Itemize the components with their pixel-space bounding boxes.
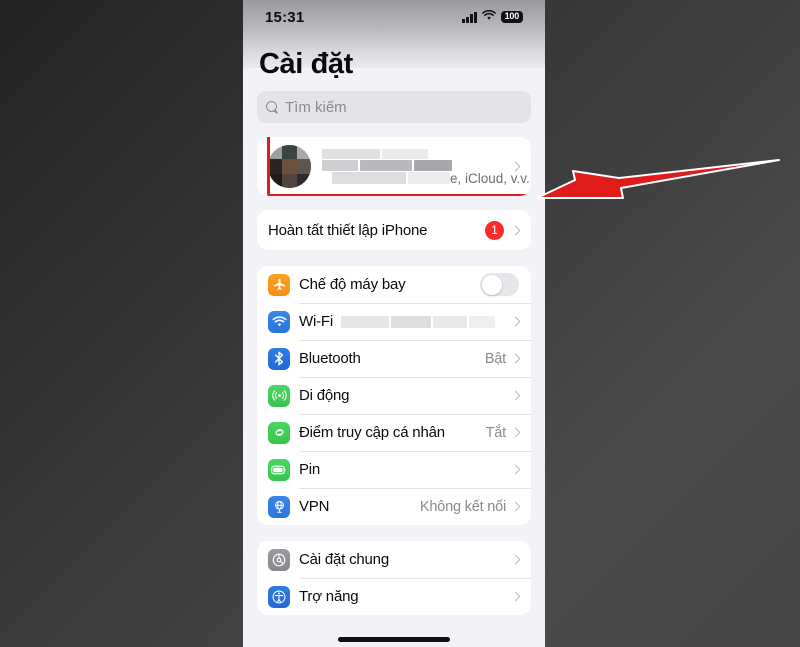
connectivity-card: Chế độ máy bay Wi-Fi Bluetooth Bật Di độ… — [257, 266, 531, 525]
row-finish-setup[interactable]: Hoàn tất thiết lập iPhone 1 — [257, 210, 531, 250]
redacted-name-block — [360, 159, 412, 171]
chevron-right-icon — [510, 390, 521, 401]
row-bluetooth[interactable]: Bluetooth Bật — [257, 340, 531, 377]
chevron-right-icon — [510, 427, 521, 438]
chevron-right-icon — [510, 501, 521, 512]
wifi-icon — [268, 310, 290, 333]
apple-id-subtitle: e, iCloud, v.v. — [450, 170, 530, 186]
row-label: Bluetooth — [299, 350, 361, 367]
chevron-right-icon — [510, 464, 521, 475]
chevron-right-icon — [510, 316, 521, 327]
search-placeholder: Tìm kiếm — [285, 98, 347, 116]
row-battery[interactable]: Pin — [257, 451, 531, 488]
row-general[interactable]: Cài đặt chung — [257, 541, 531, 578]
phone-screen: 15:31 100 Cài đặt Tìm kiếm e, iCloud, v.… — [243, 0, 545, 647]
row-cellular[interactable]: Di động — [257, 377, 531, 414]
row-value: Không kết nối — [419, 498, 506, 515]
row-label: Hoàn tất thiết lập iPhone — [268, 221, 428, 239]
page-title: Cài đặt — [259, 48, 353, 80]
redacted-wifi-value — [340, 315, 512, 329]
row-label: Điểm truy cập cá nhân — [299, 424, 445, 441]
search-input[interactable]: Tìm kiếm — [257, 91, 531, 123]
row-label: Pin — [299, 461, 321, 478]
row-vpn[interactable]: VPN Không kết nối — [257, 488, 531, 525]
general-card: Cài đặt chung Trợ năng — [257, 541, 531, 615]
avatar — [268, 145, 311, 188]
redacted-name-block — [332, 171, 406, 184]
redacted-name-block — [322, 148, 380, 159]
chevron-right-icon — [510, 591, 521, 602]
status-badge: 1 — [485, 220, 504, 240]
chevron-right-icon — [510, 554, 521, 565]
row-personal-hotspot[interactable]: Điểm truy cập cá nhân Tắt — [257, 414, 531, 451]
setup-card: Hoàn tất thiết lập iPhone 1 — [257, 210, 531, 250]
status-bar: 15:31 100 — [243, 0, 545, 34]
redacted-name-block — [382, 148, 428, 159]
gear-icon — [268, 548, 290, 571]
chevron-right-icon — [510, 353, 521, 364]
apple-id-text: e, iCloud, v.v. — [322, 147, 530, 187]
redacted-name-block — [408, 171, 450, 184]
row-label: Cài đặt chung — [299, 551, 389, 568]
accessibility-icon — [268, 585, 290, 608]
cellular-icon — [268, 384, 290, 407]
vpn-icon — [268, 495, 290, 518]
status-clock: 15:31 — [265, 8, 305, 26]
battery-icon — [268, 458, 290, 481]
row-label: VPN — [299, 498, 330, 515]
row-airplane-mode[interactable]: Chế độ máy bay — [257, 266, 531, 303]
row-label: Di động — [299, 387, 350, 404]
status-indicators: 100 — [462, 8, 523, 26]
apple-id-row[interactable]: e, iCloud, v.v. — [257, 137, 531, 196]
row-value: Tắt — [485, 424, 507, 441]
redacted-name-block — [322, 159, 358, 171]
home-indicator — [338, 637, 450, 642]
airplane-mode-toggle[interactable] — [480, 273, 519, 296]
bluetooth-icon — [268, 347, 290, 370]
airplane-icon — [268, 273, 290, 296]
wifi-status-icon — [481, 8, 496, 26]
search-icon — [266, 100, 279, 114]
row-label: Chế độ máy bay — [299, 276, 406, 293]
annotation-arrow-icon — [536, 159, 780, 199]
row-label: Trợ năng — [299, 588, 359, 605]
hotspot-icon — [268, 421, 290, 444]
row-value: Bật — [484, 350, 506, 367]
row-label: Wi-Fi — [299, 313, 333, 330]
redacted-name-block — [414, 159, 452, 171]
cellular-signal-icon — [462, 11, 477, 23]
battery-indicator: 100 — [500, 11, 523, 23]
row-accessibility[interactable]: Trợ năng — [257, 578, 531, 615]
row-wifi[interactable]: Wi-Fi — [257, 303, 531, 340]
settings-scroll-area[interactable]: Cài đặt Tìm kiếm e, iCloud, v.v. Hoàn tấ… — [243, 34, 545, 647]
apple-id-card: e, iCloud, v.v. — [257, 137, 531, 196]
chevron-right-icon — [510, 225, 521, 235]
